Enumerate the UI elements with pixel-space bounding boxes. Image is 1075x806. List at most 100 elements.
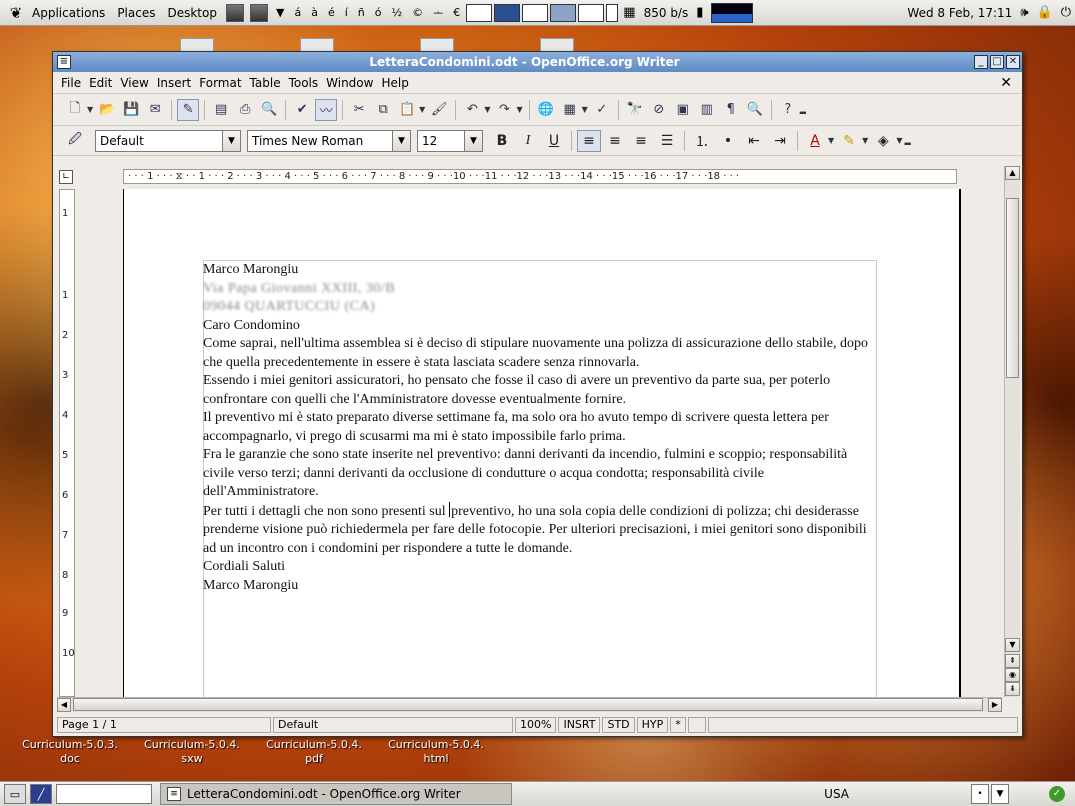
menu-format[interactable]: Format [197, 76, 247, 90]
horizontal-scrollbar[interactable]: ◀ ▶ [57, 697, 1002, 712]
dropdown-arrow-icon[interactable]: ▼ [516, 105, 522, 114]
menu-insert[interactable]: Insert [155, 76, 197, 90]
taskbar-button[interactable]: ≡ LetteraCondomini.odt - OpenOffice.org … [160, 783, 512, 805]
justify-icon[interactable]: ☰ [655, 130, 679, 152]
dropdown-arrow-icon[interactable]: ▼ [582, 105, 588, 114]
export-pdf-icon[interactable]: ▤ [210, 99, 232, 121]
desktop-icon-label[interactable]: Curriculum-5.0.4. sxw [142, 738, 242, 766]
workspace-3[interactable] [522, 3, 549, 22]
page-indicator[interactable]: Page 1 / 1 [57, 717, 271, 733]
hyperlink-mode-indicator[interactable]: HYP [636, 717, 669, 733]
numbering-icon[interactable]: ⒈ [690, 130, 714, 152]
scroll-down-icon[interactable]: ▼ [1005, 638, 1020, 652]
font-name-select[interactable]: Times New Roman ▼ [247, 129, 411, 152]
workspace-5[interactable] [578, 3, 605, 22]
data-sources-icon[interactable]: ▥ [696, 99, 718, 121]
hyperlink-icon[interactable]: 🌐 [535, 99, 557, 121]
nonprinting-characters-icon[interactable]: ¶ [720, 99, 742, 121]
vertical-ruler[interactable]: 1 1 2 3 4 5 6 7 8 9 10 [59, 189, 75, 697]
page-style-indicator[interactable]: Default [273, 717, 513, 733]
highlighting-icon[interactable]: ✎ [837, 130, 861, 152]
app-launcher-icon[interactable]: ╱ [30, 784, 52, 804]
insert-mode-indicator[interactable]: INSRT [558, 717, 601, 733]
bullets-icon[interactable]: • [716, 130, 740, 152]
desktop-menu[interactable]: Desktop [161, 6, 223, 20]
menu-file[interactable]: File [59, 76, 87, 90]
desktop-icon-label[interactable]: Curriculum-5.0.3. doc [20, 738, 120, 766]
logout-icon[interactable]: ⏻ [1057, 5, 1075, 20]
char-palette-item[interactable]: © [407, 6, 428, 19]
font-color-icon[interactable]: A [803, 130, 827, 152]
workspace-4[interactable] [550, 3, 577, 22]
lock-icon[interactable]: 🔒 [1033, 5, 1057, 20]
minimize-button[interactable]: _ [974, 55, 988, 69]
clone-formatting-icon[interactable]: 🖌 [428, 99, 450, 121]
keyboard-layout[interactable]: USA [824, 787, 849, 801]
navigation-icon[interactable]: ◉ [1005, 668, 1020, 682]
zoom-indicator[interactable]: 100% [515, 717, 557, 733]
paste-icon[interactable]: 📋 [396, 99, 418, 121]
menu-table[interactable]: Table [248, 76, 287, 90]
spellcheck-icon[interactable]: ✔ [291, 99, 313, 121]
char-palette-item[interactable]: ñ [353, 6, 370, 19]
paragraph-style-select[interactable]: Default ▼ [95, 129, 241, 152]
find-replace-icon[interactable]: 🔭 [624, 99, 646, 121]
volume-icon[interactable]: 🕪 [1016, 5, 1032, 20]
show-desktop-icon[interactable]: ▭ [4, 784, 26, 804]
toolbar-overflow-icon[interactable]: ▂ [904, 136, 910, 145]
chevron-down-icon[interactable]: ▼ [464, 130, 482, 151]
workspace-1[interactable] [466, 3, 493, 22]
dropdown-arrow-icon[interactable]: ▼ [484, 105, 490, 114]
italic-icon[interactable]: I [516, 130, 540, 152]
save-icon[interactable]: 💾 [120, 99, 142, 121]
copy-icon[interactable]: ⧉ [372, 99, 394, 121]
navigator-icon[interactable]: ⊘ [648, 99, 670, 121]
menu-edit[interactable]: Edit [87, 76, 118, 90]
tray-button[interactable]: • [971, 784, 989, 804]
cut-icon[interactable]: ✂ [348, 99, 370, 121]
underline-icon[interactable]: U [542, 130, 566, 152]
applications-menu[interactable]: Applications [26, 6, 111, 20]
app-icon[interactable]: ≡ [57, 55, 71, 69]
previous-page-icon[interactable]: ⇞ [1005, 654, 1020, 668]
print-icon[interactable]: ⎙ [234, 99, 256, 121]
table-icon[interactable]: ▦ [559, 99, 581, 121]
menu-help[interactable]: Help [379, 76, 414, 90]
vertical-scroll-thumb[interactable] [1006, 198, 1019, 378]
window-titlebar[interactable]: ≡ LetteraCondomini.odt - OpenOffice.org … [53, 52, 1022, 72]
bold-icon[interactable]: B [490, 130, 514, 152]
open-icon[interactable]: 📂 [96, 99, 118, 121]
command-input[interactable] [56, 784, 152, 804]
help-icon[interactable]: ? [777, 99, 799, 121]
menu-view[interactable]: View [118, 76, 154, 90]
launcher-icon[interactable] [225, 3, 244, 22]
show-draw-functions-icon[interactable]: ✓ [591, 99, 613, 121]
font-size-select[interactable]: 12 ▼ [417, 129, 483, 152]
increase-indent-icon[interactable]: ⇥ [768, 130, 792, 152]
workspace-2[interactable] [494, 3, 521, 22]
char-palette-item[interactable]: á [289, 6, 306, 19]
tab-stop-selector[interactable]: ∟ [59, 170, 73, 184]
chevron-down-icon[interactable]: ▼ [222, 130, 240, 151]
desktop-icon-label[interactable]: Curriculum-5.0.4. html [386, 738, 486, 766]
char-palette-item[interactable]: ½ [387, 6, 408, 19]
dropdown-arrow-icon[interactable]: ▼ [87, 105, 93, 114]
dropdown-arrow-icon[interactable]: ▼ [896, 136, 902, 145]
dropdown-arrow-icon[interactable]: ▼ [419, 105, 425, 114]
char-palette-item[interactable]: € [448, 6, 465, 19]
align-center-icon[interactable]: ≡ [603, 130, 627, 152]
places-menu[interactable]: Places [111, 6, 161, 20]
autospellcheck-icon[interactable]: 〰 [315, 98, 338, 121]
background-color-icon[interactable]: ◈ [871, 130, 895, 152]
gnome-foot-icon[interactable]: ❦ [6, 3, 26, 23]
menu-tools[interactable]: Tools [287, 76, 325, 90]
redo-icon[interactable]: ↷ [493, 99, 515, 121]
gallery-icon[interactable]: ▣ [672, 99, 694, 121]
menu-window[interactable]: Window [324, 76, 379, 90]
dropdown-arrow-icon[interactable]: ▼ [862, 136, 868, 145]
scroll-right-icon[interactable]: ▶ [988, 698, 1002, 712]
align-right-icon[interactable]: ≡ [629, 130, 653, 152]
tray-dropdown-icon[interactable]: ▼ [991, 784, 1009, 804]
next-page-icon[interactable]: ⇟ [1005, 682, 1020, 696]
drawer-arrow-icon[interactable]: ▼ [271, 6, 289, 19]
